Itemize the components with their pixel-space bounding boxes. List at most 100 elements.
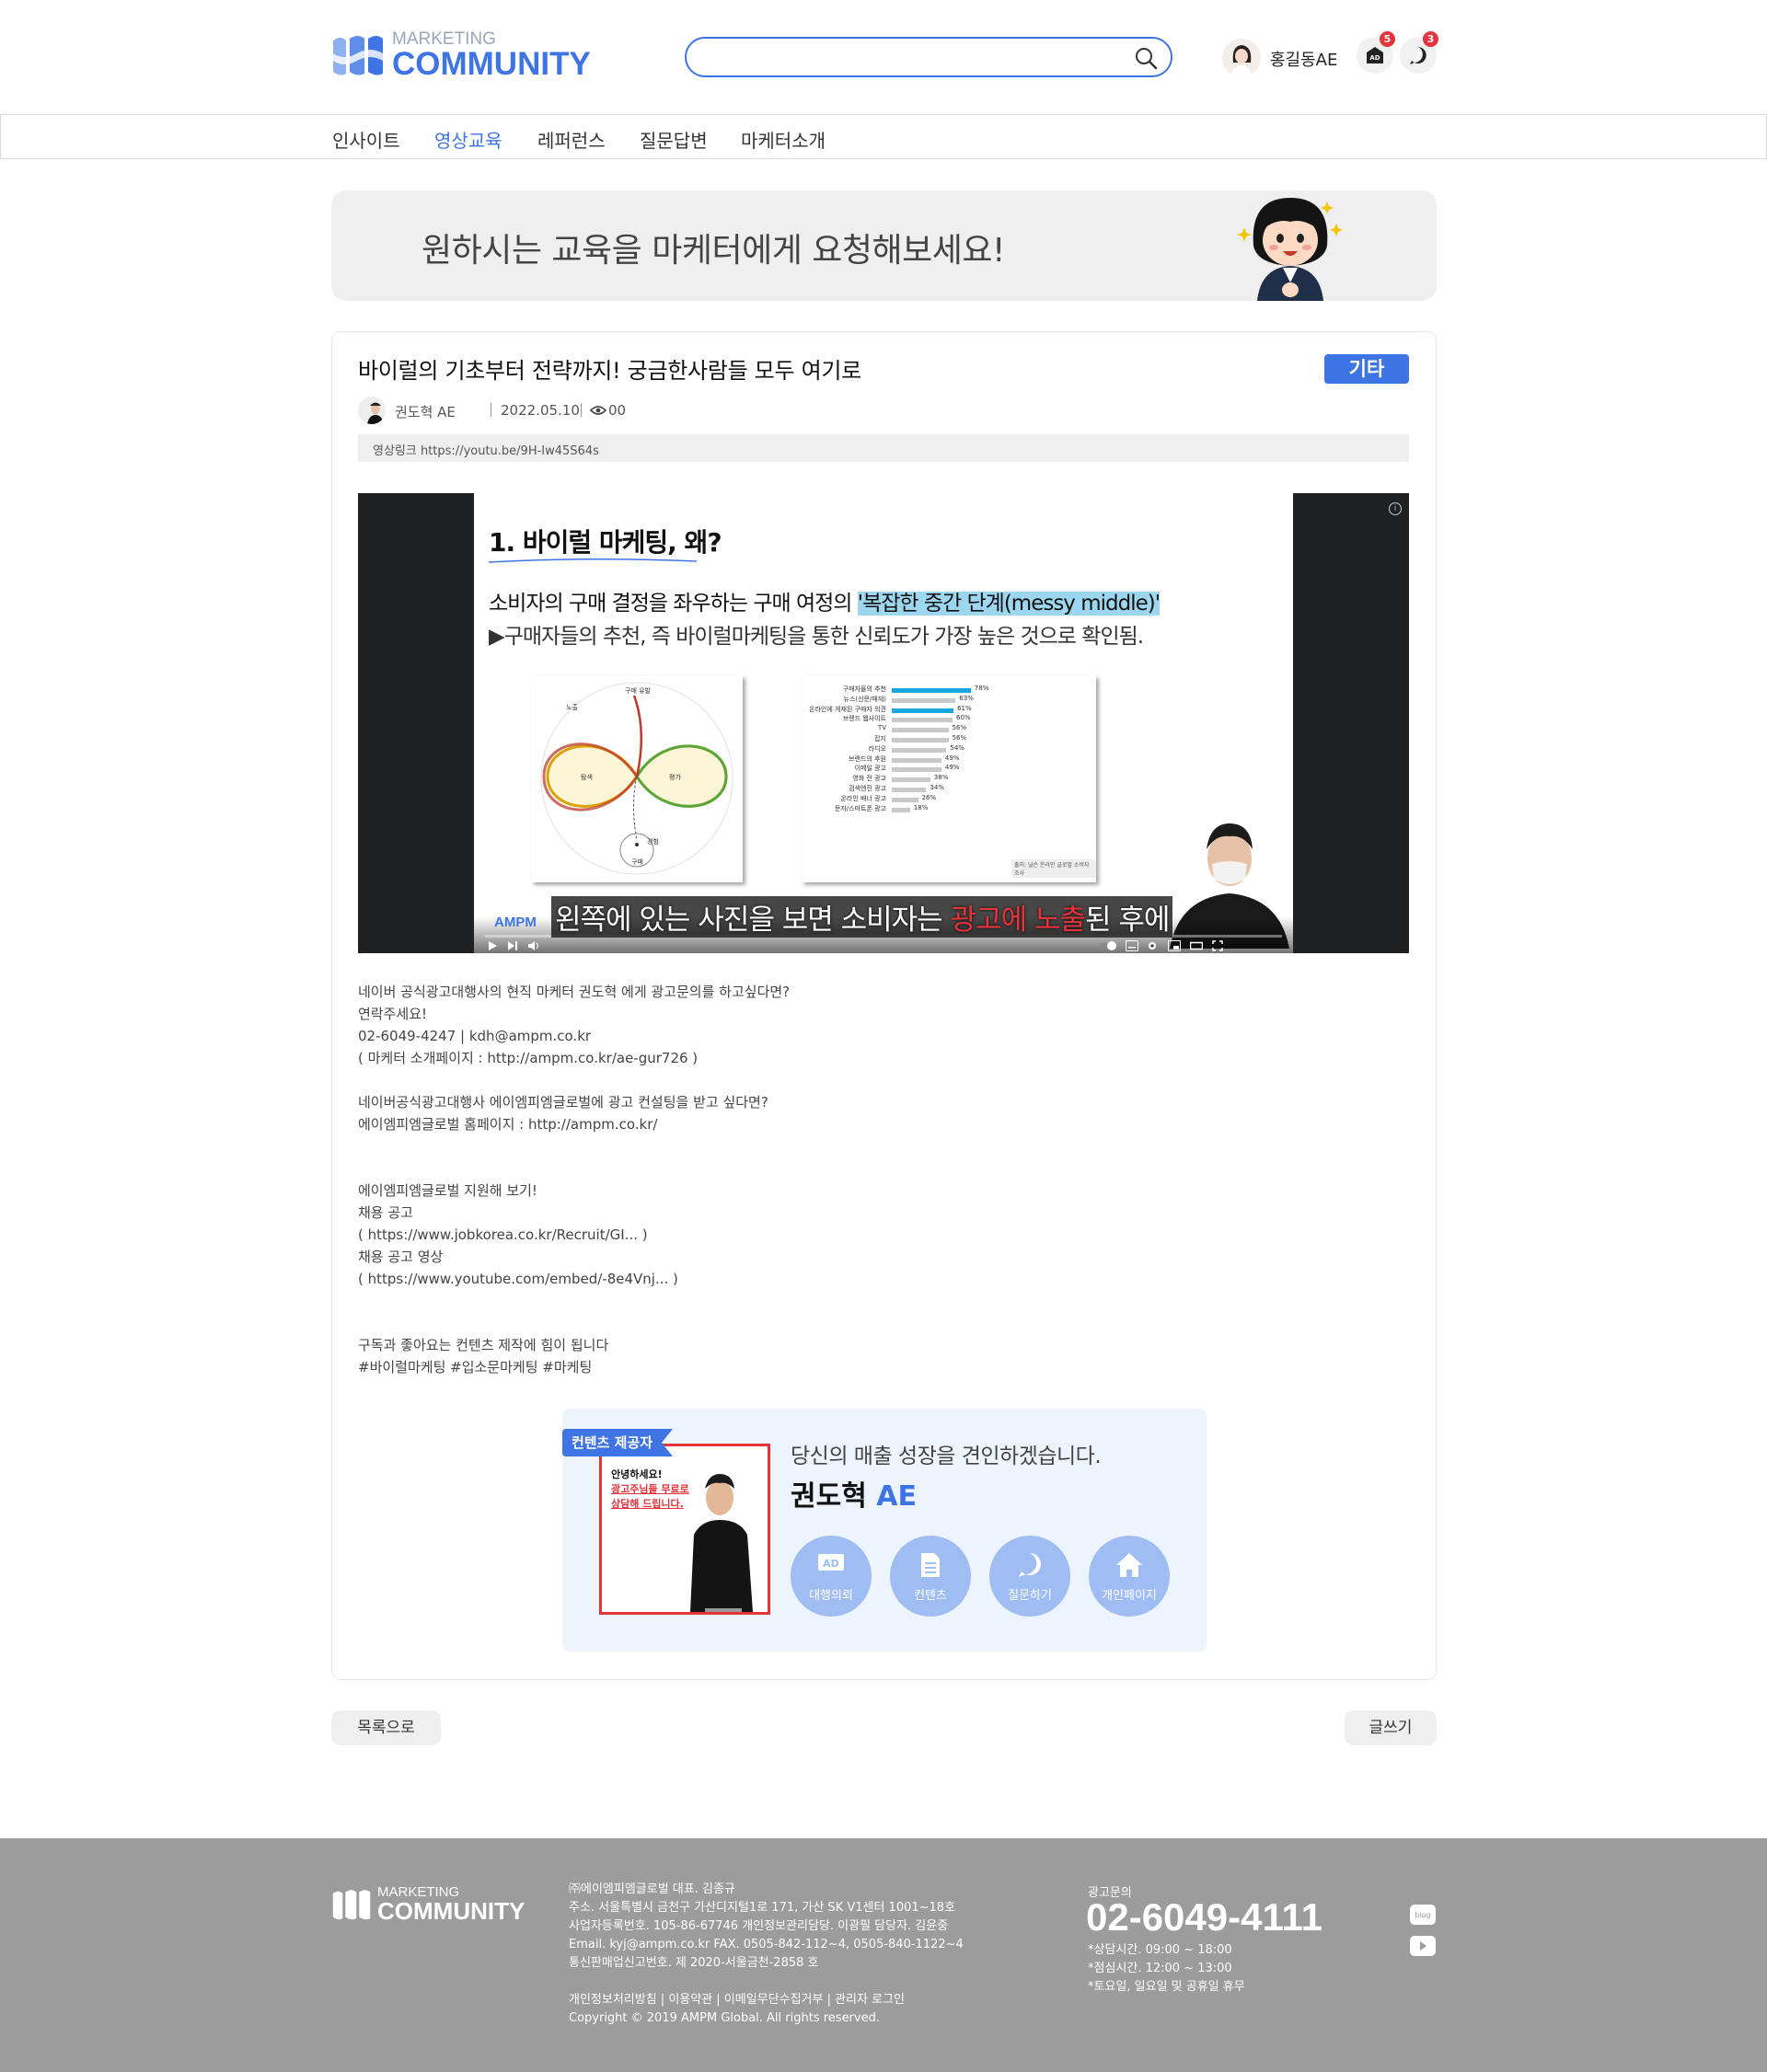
bar [892, 718, 953, 723]
body-line: 에이엠피엠글로벌 지원해 보기! [358, 1182, 537, 1199]
contents-button[interactable]: 컨텐츠 [890, 1536, 971, 1617]
bar-value-label: 34% [930, 784, 944, 791]
body-line [358, 1312, 1370, 1334]
company-info-line: 통신판매업신고번호. 제 2020-서울금천-2858 호 [569, 1956, 819, 1970]
author-name[interactable]: 권도혁 AE [395, 402, 456, 421]
user-name[interactable]: 홍길동AE [1270, 47, 1337, 71]
theater-mode-icon[interactable] [1190, 940, 1203, 951]
infinity-loop-diagram-icon [540, 682, 733, 875]
body-line: ( https://www.youtube.com/embed/-8e4Vnj.… [358, 1271, 678, 1287]
next-icon[interactable] [507, 940, 518, 951]
bar [892, 757, 941, 763]
bar [892, 728, 949, 733]
purchase-journey-diagram: 구매 유발 노출 탐색 평가 경험 구매 [531, 675, 743, 882]
info-icon[interactable]: i [1389, 502, 1402, 515]
subtitle-text-red: 광고에 노출 [950, 904, 1086, 937]
diagram-label-explore: 탐색 [581, 774, 593, 781]
body-line: 연락주세요! [358, 1006, 428, 1022]
underline-decoration [488, 558, 698, 563]
meta-divider [581, 403, 582, 417]
provider-slogan: 당신의 매출 성장을 견인하겠습니다. [791, 1445, 1102, 1468]
company-info: ㈜에이엠피엠글로벌 대표. 김종규 주소. 서울특별시 금천구 가산디지털1로 … [569, 1881, 964, 1973]
ask-question-label: 질문하기 [1008, 1589, 1052, 1603]
play-icon[interactable] [487, 940, 498, 951]
question-bubble-icon: ? [1019, 1553, 1041, 1577]
footer-logo[interactable]: MARKETING COMMUNITY [331, 1884, 534, 1925]
ad-notification-button[interactable]: AD 5 [1357, 31, 1395, 74]
bar-label: 브랜드의 후원 [849, 754, 886, 763]
bar-value-label: 78% [974, 685, 989, 692]
miniplayer-icon[interactable] [1168, 940, 1181, 951]
author-avatar-icon [358, 397, 386, 424]
bar-row: 문자/스마트폰 광고 18% [802, 804, 1096, 815]
footer-logo-big-text: COMMUNITY [377, 1897, 525, 1925]
site-footer: MARKETING COMMUNITY ㈜에이엠피엠글로벌 대표. 김종규 주소… [0, 1838, 1767, 2072]
post-body: 네이버 공식광고대행사의 현직 마케터 권도혁 에게 광고문의를 하고싶다면? … [358, 981, 1370, 1378]
footer-policy-links[interactable]: 개인정보처리방침 | 이용약관 | 이메일무단수집거부 | 관리자 로그인 [569, 1991, 905, 2009]
post-card: 바이럴의 기초부터 전략까지! 궁금한사람들 모두 여기로 기타 권도혁 AE … [331, 331, 1437, 1680]
bar-label: 온라인 배너 광고 [840, 794, 886, 802]
post-title: 바이럴의 기초부터 전략까지! 궁금한사람들 모두 여기로 [358, 358, 861, 384]
nav-item-marketer-intro[interactable]: 마케터소개 [741, 126, 826, 153]
bar-label: 브랜드 웹사이트 [842, 715, 886, 723]
subtitles-icon[interactable] [1126, 940, 1138, 951]
svg-text:AD: AD [1369, 54, 1380, 62]
settings-gear-icon[interactable] [1146, 939, 1159, 952]
nav-item-insight[interactable]: 인사이트 [332, 126, 400, 153]
bar-value-label: 26% [921, 793, 937, 801]
bar [892, 788, 927, 792]
youtube-link-button[interactable] [1410, 1936, 1436, 1956]
agency-request-button[interactable]: AD 대행의뢰 [791, 1536, 872, 1617]
ad-icon: AD [818, 1554, 844, 1571]
video-slide: 1. 바이럴 마케팅, 왜? 소비자의 구매 결정을 좌우하는 구매 여정의 '… [474, 493, 1402, 953]
contact-phone: 02-6049-4111 [1086, 1895, 1322, 1939]
back-to-list-button[interactable]: 목록으로 [331, 1710, 441, 1745]
question-bubble-icon: ? [1410, 47, 1426, 64]
post-date: 2022.05.10 [501, 402, 580, 419]
hours-line: *점심시간. 12:00 ~ 13:00 [1088, 1962, 1232, 1975]
blog-link-button[interactable]: blog [1410, 1905, 1436, 1925]
svg-text:?: ? [1415, 50, 1421, 62]
video-link-box[interactable]: 영상링크 https://youtu.be/9H-Iw45S64s [358, 434, 1409, 462]
bar-label: 구매자들의 추천 [842, 685, 886, 693]
bar-value-label: 56% [952, 734, 967, 742]
category-badge: 기타 [1324, 354, 1409, 384]
ask-question-button[interactable]: ? 질문하기 [989, 1536, 1070, 1617]
request-banner[interactable]: 원하시는 교육을 마케터에게 요청해보세요! [331, 190, 1437, 301]
search-icon[interactable] [1134, 46, 1158, 70]
site-logo[interactable]: MARKETING COMMUNITY [331, 29, 598, 82]
content-provider-box: 안녕하세요! 광고주님들 무료로 상담해 드립니다. 컨텐츠 제공자 당신의 매… [562, 1409, 1207, 1652]
video-link-text[interactable]: 영상링크 https://youtu.be/9H-Iw45S64s [373, 441, 599, 458]
body-line: ( https://www.jobkorea.co.kr/Recruit/GI.… [358, 1226, 648, 1243]
document-icon [921, 1553, 940, 1577]
bar [892, 767, 941, 773]
bar-value-label: 49% [944, 764, 960, 772]
autoplay-toggle-icon[interactable] [1100, 940, 1118, 951]
nav-item-reference[interactable]: 레퍼런스 [537, 126, 606, 153]
diagram-label-purchase: 구매 [631, 858, 643, 866]
nav-item-qna[interactable]: 질문답변 [640, 126, 708, 153]
volume-icon[interactable] [527, 940, 540, 951]
personal-page-button[interactable]: 개인페이지 [1089, 1536, 1170, 1617]
banner-text: 원하시는 교육을 마케터에게 요청해보세요! [422, 232, 1005, 270]
body-line: 네이버 공식광고대행사의 현직 마케터 권도혁 에게 광고문의를 하고싶다면? [358, 984, 791, 1000]
question-notification-button[interactable]: ? 3 [1400, 31, 1438, 74]
write-post-button[interactable]: 글쓰기 [1345, 1710, 1437, 1745]
bar-value-label: 38% [933, 774, 949, 782]
search-input[interactable] [703, 45, 1108, 71]
provider-profile-card[interactable]: 안녕하세요! 광고주님들 무료로 상담해 드립니다. [599, 1444, 770, 1615]
slide-line-1-text: 소비자의 구매 결정을 좌우하는 구매 여정의 [489, 592, 858, 616]
search-bar [685, 37, 1172, 77]
agency-request-label: 대행의뢰 [809, 1589, 853, 1603]
video-player[interactable]: 1. 바이럴 마케팅, 왜? 소비자의 구매 결정을 좌우하는 구매 여정의 '… [358, 493, 1409, 953]
ad-badge: 5 [1380, 31, 1395, 47]
personal-page-label: 개인페이지 [1102, 1589, 1157, 1603]
nav-item-video-education[interactable]: 영상교육 [434, 126, 502, 153]
body-line: 구독과 좋아요는 컨텐츠 제작에 힘이 됩니다 [358, 1337, 609, 1353]
provider-tag: 컨텐츠 제공자 [562, 1429, 673, 1456]
fullscreen-icon[interactable] [1212, 940, 1223, 951]
youtube-play-icon [1420, 1941, 1426, 1951]
bar-value-label: 60% [956, 714, 971, 722]
footer-links: 개인정보처리방침 | 이용약관 | 이메일무단수집거부 | 관리자 로그인 Co… [569, 1991, 905, 2028]
site-header: MARKETING COMMUNITY 홍길동AE AD 5 ? 3 [0, 0, 1767, 114]
